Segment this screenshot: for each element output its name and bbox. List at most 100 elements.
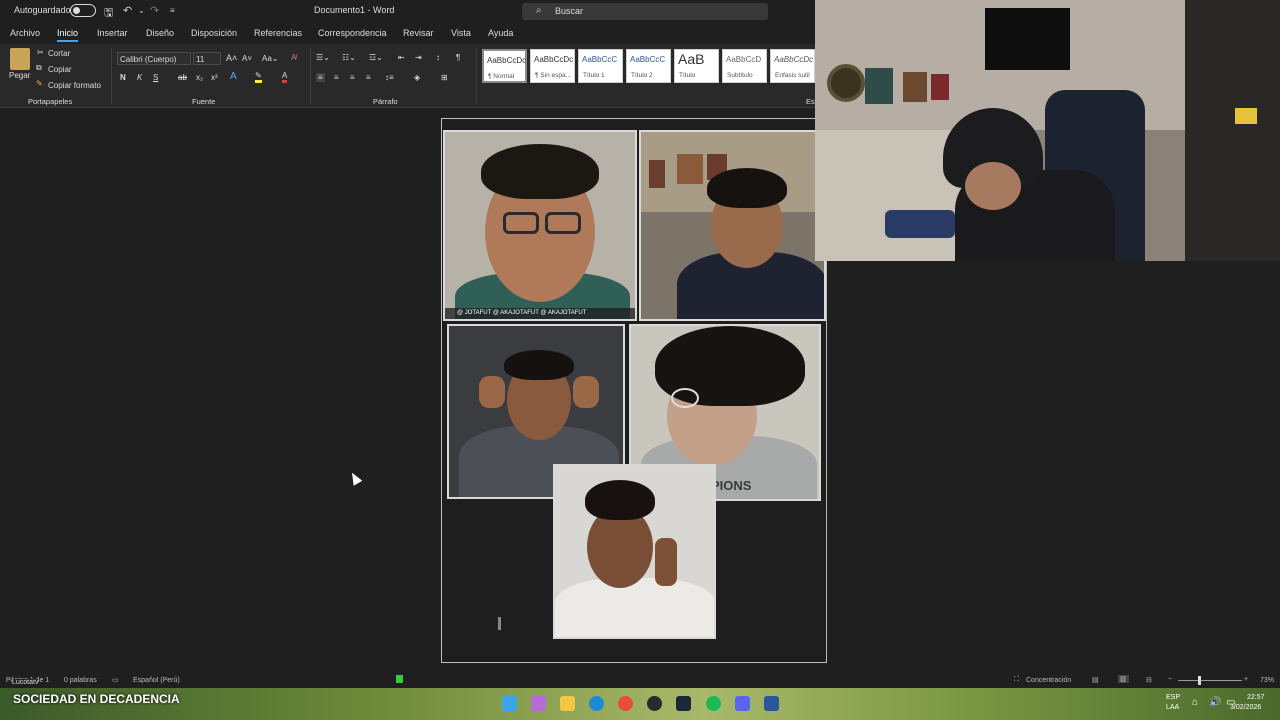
format-painter-icon[interactable]: ✎ <box>36 79 43 88</box>
undo-dropdown-icon[interactable]: ⌄ <box>138 6 145 15</box>
cut-button[interactable]: Cortar <box>48 49 70 58</box>
style-heading-2[interactable]: AaBbCcC Título 2 <box>626 49 671 83</box>
copy-button[interactable]: Copiar <box>48 65 72 74</box>
increase-indent-icon[interactable]: ⇥ <box>415 53 422 62</box>
document-title: Documento1 - Word <box>314 5 395 15</box>
keyboard-language[interactable]: ESP <box>1166 694 1180 701</box>
tab-disposicion[interactable]: Disposición <box>191 28 237 38</box>
paste-icon[interactable] <box>10 48 30 70</box>
change-case-icon[interactable]: Aa⌄ <box>262 54 279 63</box>
read-mode-icon[interactable]: ▤ <box>1092 676 1099 684</box>
decrease-indent-icon[interactable]: ⇤ <box>398 53 405 62</box>
search-box[interactable]: ⌕ Buscar <box>522 3 768 20</box>
paste-button[interactable]: Pegar <box>9 71 30 80</box>
tab-ayuda[interactable]: Ayuda <box>488 28 513 38</box>
start-icon[interactable] <box>502 696 517 711</box>
subscript-icon[interactable]: x₂ <box>196 73 203 82</box>
document-page[interactable]: @ JOTAFUT @ AKAJOTAFUT @ AKAJOTAFUT PION… <box>441 118 827 663</box>
focus-icon[interactable]: ⛶ <box>1014 676 1019 684</box>
align-left-icon[interactable]: ≡ <box>316 73 325 82</box>
volume-icon[interactable]: 🔊 <box>1209 697 1221 708</box>
pilcrow-icon[interactable]: ¶ <box>456 53 460 62</box>
strikethrough-icon[interactable]: ab <box>178 73 187 82</box>
style-sample: AaB <box>678 51 705 67</box>
align-center-icon[interactable]: ≡ <box>334 73 339 82</box>
style-name: Énfasis sutil <box>775 72 810 79</box>
widget-icon[interactable] <box>531 696 546 711</box>
collage-photo-1[interactable]: @ JOTAFUT @ AKAJOTAFUT @ AKAJOTAFUT <box>443 130 637 321</box>
style-normal[interactable]: AaBbCcDc ¶ Normal <box>482 49 527 83</box>
web-layout-icon[interactable]: ⊟ <box>1146 676 1152 684</box>
multilevel-list-icon[interactable]: ☲⌄ <box>369 53 383 62</box>
sort-icon[interactable]: ↕ <box>436 53 440 62</box>
customize-toolbar-icon[interactable]: ≡ <box>170 6 175 15</box>
discord-icon[interactable] <box>735 696 750 711</box>
zoom-level[interactable]: 73% <box>1260 677 1274 684</box>
edge-icon[interactable] <box>589 696 604 711</box>
tab-archivo[interactable]: Archivo <box>10 28 40 38</box>
bullets-icon[interactable]: ☰⌄ <box>316 53 330 62</box>
keyboard-layout[interactable]: LAA <box>1166 704 1179 711</box>
collage-photo-5[interactable] <box>553 464 716 639</box>
tab-inicio[interactable]: Inicio <box>57 28 79 42</box>
zoom-slider[interactable] <box>1178 680 1242 681</box>
file-explorer-icon[interactable] <box>560 696 575 711</box>
tab-correspondencia[interactable]: Correspondencia <box>318 28 387 38</box>
autosave-toggle[interactable] <box>70 4 96 17</box>
word-count[interactable]: 0 palabras <box>64 677 97 684</box>
italic-button[interactable]: K <box>137 73 142 82</box>
print-layout-icon[interactable]: ▥ <box>1118 675 1129 683</box>
justify-icon[interactable]: ≡ <box>366 73 371 82</box>
language-indicator[interactable]: Español (Perú) <box>133 677 180 684</box>
obs-icon[interactable] <box>647 696 662 711</box>
shrink-font-icon[interactable]: A˅ <box>242 54 252 63</box>
style-no-spacing[interactable]: AaBbCcDc ¶ Sin espa... <box>530 49 575 83</box>
copy-icon[interactable]: ⧉ <box>36 63 42 73</box>
network-icon[interactable]: ⌂ <box>1192 697 1198 708</box>
tab-referencias[interactable]: Referencias <box>254 28 302 38</box>
word-icon[interactable] <box>764 696 779 711</box>
cut-icon[interactable]: ✂ <box>37 48 44 57</box>
tab-insertar[interactable]: Insertar <box>97 28 128 38</box>
format-painter-button[interactable]: Copiar formato <box>48 81 101 90</box>
proofing-icon[interactable]: ▭ <box>112 676 119 684</box>
style-title[interactable]: AaB Título <box>674 49 719 83</box>
shading-icon[interactable]: ◈ <box>414 73 420 82</box>
line-spacing-icon[interactable]: ↕≡ <box>385 73 394 82</box>
save-icon[interactable]: 🖫 <box>104 4 113 23</box>
text-effects-icon[interactable]: A <box>230 71 237 82</box>
clear-format-icon[interactable]: A̸ <box>291 53 296 62</box>
align-right-icon[interactable]: ≡ <box>350 73 355 82</box>
redo-icon[interactable]: ↷ <box>150 4 159 17</box>
divider <box>476 48 477 104</box>
underline-button[interactable]: S <box>153 73 158 82</box>
style-subtitle[interactable]: AaBbCcD Subtítulo <box>722 49 767 83</box>
collage-photo-2[interactable] <box>639 130 826 321</box>
font-color-icon[interactable]: A <box>282 71 288 83</box>
steam-icon[interactable] <box>676 696 691 711</box>
zoom-out-icon[interactable]: − <box>1168 676 1172 683</box>
search-icon: ⌕ <box>536 5 542 16</box>
style-subtle-emphasis[interactable]: AaBbCcDc Énfasis sutil <box>770 49 815 83</box>
font-size-select[interactable]: 11 <box>193 52 221 65</box>
zoom-slider-thumb[interactable] <box>1198 676 1201 685</box>
tab-revisar[interactable]: Revisar <box>403 28 434 38</box>
spotify-icon[interactable] <box>706 696 721 711</box>
clock-time[interactable]: 22:57 <box>1247 694 1265 701</box>
font-name-select[interactable]: Calibri (Cuerpo) <box>117 52 191 65</box>
borders-icon[interactable]: ⊞ <box>441 73 448 82</box>
tab-vista[interactable]: Vista <box>451 28 471 38</box>
clock-date[interactable]: 3/02/2026 <box>1230 704 1261 711</box>
numbering-icon[interactable]: ☷⌄ <box>342 53 356 62</box>
bold-button[interactable]: N <box>120 73 126 82</box>
superscript-icon[interactable]: x² <box>211 73 218 82</box>
tab-diseno[interactable]: Diseño <box>146 28 174 38</box>
grow-font-icon[interactable]: A˄ <box>226 53 237 63</box>
style-name: ¶ Normal <box>488 73 515 80</box>
focus-mode-button[interactable]: Concentración <box>1026 677 1071 684</box>
zoom-in-icon[interactable]: + <box>1244 676 1248 683</box>
undo-icon[interactable]: ↶ <box>123 4 132 17</box>
style-heading-1[interactable]: AaBbCcC Título 1 <box>578 49 623 83</box>
chrome-icon[interactable] <box>618 696 633 711</box>
highlight-icon[interactable]: ✎ <box>255 71 262 83</box>
